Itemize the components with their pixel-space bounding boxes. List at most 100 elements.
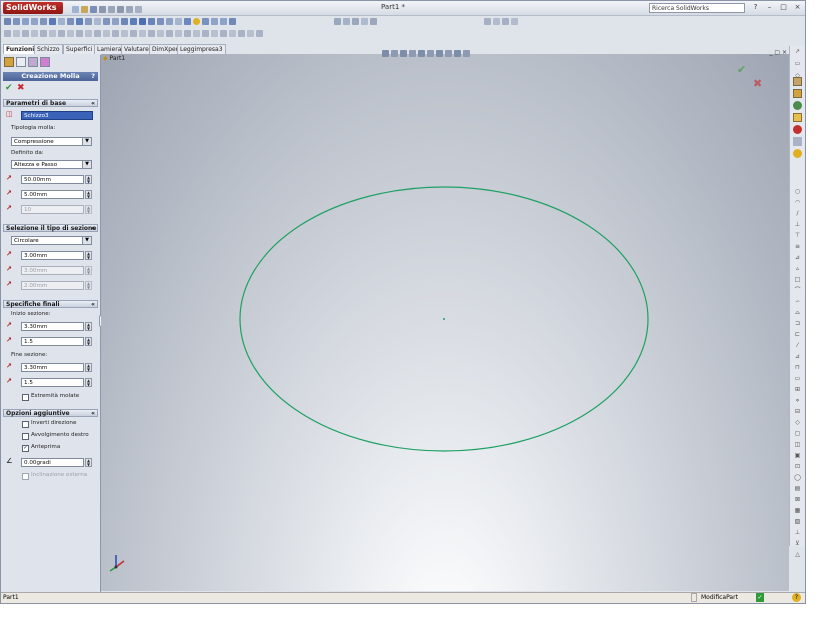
tab-leggimpresa3[interactable]: Leggimpresa3 <box>177 44 226 54</box>
sketch-text-icon[interactable] <box>139 30 146 37</box>
sphere-icon[interactable] <box>193 18 200 25</box>
fillet-icon[interactable] <box>40 18 47 25</box>
start-dim2-spinner[interactable]: ▲ ▼ <box>85 337 92 346</box>
file-explorer-icon[interactable] <box>793 101 802 110</box>
view-section-icon[interactable] <box>493 18 500 25</box>
right-hand-checkbox[interactable] <box>22 433 29 440</box>
end-dim2-input[interactable]: 1.5 <box>21 378 84 387</box>
spring-type-select[interactable]: Compressione ▼ <box>11 137 92 146</box>
select-icon[interactable] <box>117 6 124 13</box>
instant-2d-icon[interactable] <box>256 30 263 37</box>
tab-superfici[interactable]: Superfici <box>63 44 96 54</box>
configuration-manager-tab[interactable] <box>28 57 38 67</box>
revolutions-input[interactable]: 10 <box>21 205 84 214</box>
graphics-area[interactable]: ◆ Part1 _ ▢ × ✔ ✖ <box>101 49 789 591</box>
extend-icon[interactable] <box>31 30 38 37</box>
wire-diameter-input[interactable]: 3.00mm <box>21 251 84 260</box>
smart-dimension-icon[interactable] <box>4 30 11 37</box>
save-icon[interactable] <box>90 6 97 13</box>
start-dim2-input[interactable]: 1.5 <box>21 337 84 346</box>
new-icon[interactable] <box>72 6 79 13</box>
minimize-icon[interactable]: – <box>765 3 774 12</box>
open-icon[interactable] <box>81 6 88 13</box>
fillet-sketch-icon[interactable] <box>202 30 209 37</box>
sketch-center-point[interactable] <box>443 318 445 320</box>
plane-icon[interactable] <box>184 18 191 25</box>
ok-icon[interactable]: ✔ <box>5 83 13 93</box>
height-input[interactable]: 50.00mm <box>21 175 84 184</box>
section-dim2-spinner[interactable]: ▲ ▼ <box>85 266 92 275</box>
print-icon[interactable] <box>99 6 106 13</box>
sketch-pattern-icon[interactable] <box>130 30 137 37</box>
section-end-header[interactable]: Specifiche finali « <box>3 300 98 308</box>
chamfer-icon[interactable] <box>49 18 56 25</box>
loft-icon[interactable] <box>31 18 38 25</box>
property-manager-tab[interactable] <box>16 57 26 67</box>
grid-icon[interactable] <box>121 30 128 37</box>
status-help-icon[interactable]: ? <box>792 593 801 602</box>
section-options-header[interactable]: Opzioni aggiuntive « <box>3 409 98 417</box>
section-basic-header[interactable]: Parametri di base « <box>3 99 98 107</box>
trim-icon[interactable] <box>22 30 29 37</box>
spline-icon[interactable] <box>166 30 173 37</box>
wire-diameter-spinner[interactable]: ▲ ▼ <box>85 251 92 260</box>
shape-icon[interactable] <box>175 18 182 25</box>
angle-input[interactable]: 0.00gradi <box>21 458 84 467</box>
curve-icon[interactable] <box>229 18 236 25</box>
invert-direction-checkbox[interactable] <box>22 421 29 428</box>
ellipse-icon[interactable] <box>175 30 182 37</box>
end-dim1-input[interactable]: 3.30mm <box>21 363 84 372</box>
draft-icon[interactable] <box>76 18 83 25</box>
search-results-icon[interactable] <box>793 113 802 122</box>
tab-funzioni[interactable]: Funzioni <box>3 44 38 54</box>
view-palette-icon[interactable] <box>793 125 802 134</box>
search-input[interactable]: Ricerca SolidWorks <box>649 3 745 13</box>
end-dim1-spinner[interactable]: ▲ ▼ <box>85 363 92 372</box>
tab-valutare[interactable]: Valutare <box>121 44 152 54</box>
exit-sketch-icon[interactable] <box>220 30 227 37</box>
split-icon[interactable] <box>103 30 110 37</box>
offset-icon[interactable] <box>49 30 56 37</box>
rapid-sketch-icon[interactable] <box>247 30 254 37</box>
feature-manager-tab[interactable] <box>4 57 14 67</box>
help-icon[interactable]: ? <box>751 3 760 12</box>
convert-icon[interactable] <box>40 30 47 37</box>
mirror-icon[interactable] <box>94 18 101 25</box>
thread-icon[interactable] <box>220 18 227 25</box>
polygon-icon[interactable] <box>184 30 191 37</box>
rib-icon[interactable] <box>58 18 65 25</box>
wedge-icon[interactable] <box>166 18 173 25</box>
shell-icon[interactable] <box>67 18 74 25</box>
pm-help-icon[interactable]: ? <box>91 72 95 81</box>
start-dim1-spinner[interactable]: ▲ ▼ <box>85 322 92 331</box>
pattern-icon[interactable] <box>103 18 110 25</box>
design-library-icon[interactable] <box>793 89 802 98</box>
torus-icon[interactable] <box>157 18 164 25</box>
construction-icon[interactable] <box>112 30 119 37</box>
appearance-icon[interactable] <box>511 18 518 25</box>
cone-icon[interactable] <box>148 18 155 25</box>
sketch-arc-icon[interactable] <box>343 18 350 25</box>
cylinder-icon[interactable] <box>139 18 146 25</box>
external-tilt-checkbox[interactable] <box>22 473 29 480</box>
close-icon[interactable]: × <box>793 3 802 12</box>
linear-pattern-icon[interactable] <box>112 18 119 25</box>
appearances-icon[interactable] <box>793 137 802 146</box>
circular-pattern-icon[interactable] <box>121 18 128 25</box>
appearance-manager-tab[interactable] <box>40 57 50 67</box>
maximize-icon[interactable]: □ <box>779 3 788 12</box>
ground-ends-checkbox[interactable] <box>22 394 29 401</box>
extrude-icon[interactable] <box>4 18 11 25</box>
section-dim3-input[interactable]: 2.00mm <box>21 281 84 290</box>
chamfer-sketch-icon[interactable] <box>211 30 218 37</box>
revolve-icon[interactable] <box>13 18 20 25</box>
slot-icon[interactable] <box>193 30 200 37</box>
revolutions-spinner[interactable]: ▲ ▼ <box>85 205 92 214</box>
hide-show-icon[interactable] <box>502 18 509 25</box>
pitch-spinner[interactable]: ▲ ▼ <box>85 190 92 199</box>
sketch-line-icon[interactable] <box>334 18 341 25</box>
section-dim3-spinner[interactable]: ▲ ▼ <box>85 281 92 290</box>
scale-icon[interactable] <box>85 30 92 37</box>
rebuild-status-icon[interactable]: ✓ <box>756 593 764 602</box>
tab-schizzo[interactable]: Schizzo <box>34 44 63 54</box>
